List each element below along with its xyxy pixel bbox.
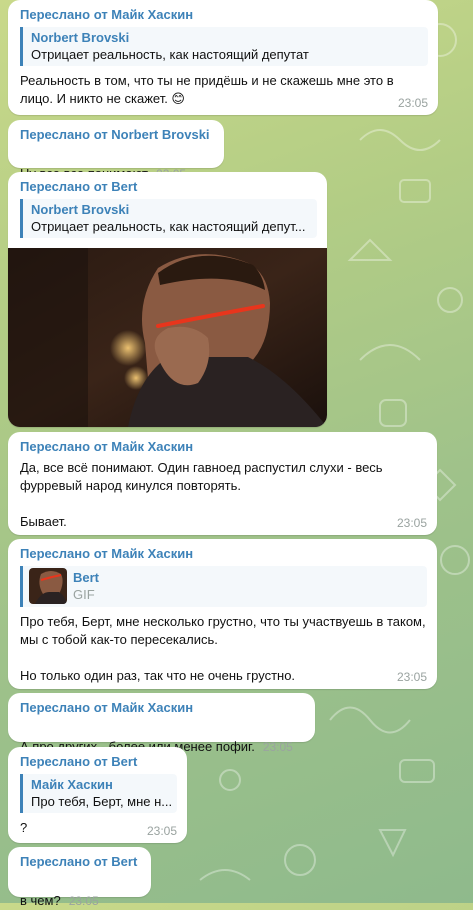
message-time: 23:05 xyxy=(68,894,99,908)
message-text: Про тебя, Берт, мне несколько грустно, ч… xyxy=(20,614,426,683)
reply-quote[interactable]: Bert GIF xyxy=(20,566,427,607)
gif-thumbnail xyxy=(29,568,67,604)
message-time: 23:05 xyxy=(397,96,428,110)
forwarded-from-label[interactable]: Переслано от Bert xyxy=(20,753,177,770)
message-time: 23:05 xyxy=(396,670,427,684)
message-text: Да, все всё понимают. Один гавноед распу… xyxy=(20,460,383,529)
forwarded-from-label[interactable]: Переслано от Майк Хаскин xyxy=(20,699,305,716)
forwarded-from-label[interactable]: Переслано от Norbert Brovski xyxy=(20,126,214,143)
message-bubble[interactable]: Переслано от Norbert Brovski Ну все все … xyxy=(8,120,224,181)
forwarded-from-label[interactable]: Переслано от Майк Хаскин xyxy=(20,545,427,562)
reply-quote[interactable]: Майк Хаскин Про тебя, Берт, мне н... xyxy=(20,774,177,813)
message-bubble[interactable]: Переслано от Майк Хаскин Да, все всё пон… xyxy=(8,432,437,535)
message-text: Реальность в том, что ты не придёшь и не… xyxy=(20,73,394,106)
quote-text: GIF xyxy=(73,587,95,602)
forwarded-from-label[interactable]: Переслано от Bert xyxy=(20,853,141,870)
forwarded-from-label[interactable]: Переслано от Майк Хаскин xyxy=(20,438,427,455)
quote-text: Отрицает реальность, как настоящий депут… xyxy=(31,219,306,234)
message-bubble[interactable]: Переслано от Bert в чем? 23:05 xyxy=(8,847,151,908)
message-bubble[interactable]: Переслано от Bert Майк Хаскин Про тебя, … xyxy=(8,747,187,843)
forwarded-from-label[interactable]: Переслано от Bert xyxy=(20,178,317,195)
message-bubble[interactable]: Переслано от Майк Хаскин А про других - … xyxy=(8,693,315,754)
photo-image xyxy=(8,248,327,427)
message-time: 23:05 xyxy=(146,824,177,838)
quote-text: Отрицает реальность, как настоящий депут… xyxy=(31,47,309,62)
message-bubble[interactable]: Переслано от Майк Хаскин Bert GIF Про те… xyxy=(8,539,437,689)
message-text: в чем? xyxy=(20,893,61,908)
forwarded-from-label[interactable]: Переслано от Майк Хаскин xyxy=(20,6,428,23)
quote-author: Майк Хаскин xyxy=(31,777,113,792)
message-time: 23:05 xyxy=(396,516,427,530)
message-time: 23:05 xyxy=(262,740,293,754)
reply-quote[interactable]: Norbert Brovski Отрицает реальность, как… xyxy=(20,199,317,238)
quote-author: Norbert Brovski xyxy=(31,202,130,217)
message-bubble[interactable]: Переслано от Майк Хаскин Norbert Brovski… xyxy=(8,0,438,115)
quote-author: Norbert Brovski xyxy=(31,30,130,45)
photo-attachment[interactable] xyxy=(8,248,327,427)
quote-author: Bert xyxy=(73,570,100,585)
quote-text: Про тебя, Берт, мне н... xyxy=(31,794,173,809)
reply-quote[interactable]: Norbert Brovski Отрицает реальность, как… xyxy=(20,27,428,66)
